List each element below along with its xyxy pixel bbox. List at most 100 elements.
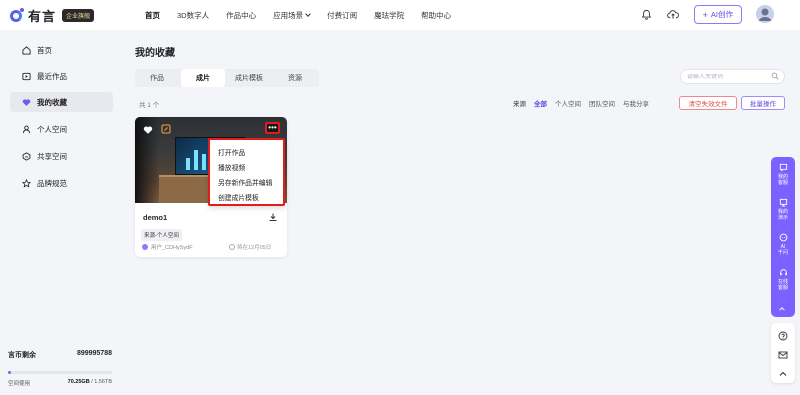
sidebar-item-label: 个人空间	[37, 124, 67, 134]
service-icon	[779, 163, 787, 172]
share-space-icon	[22, 151, 31, 161]
ai-create-label: AI创作	[710, 10, 733, 19]
plus-icon: +	[702, 9, 708, 20]
sidebar-item-brand[interactable]: 品牌规范	[10, 173, 113, 193]
result-count: 共 1 个	[139, 102, 160, 109]
sidebar-item-shared-space[interactable]: 共享空间	[10, 146, 113, 166]
tab-bar: 作品 成片 成片模板 资源	[135, 69, 319, 87]
sidebar-item-recent[interactable]: 最近作品	[10, 66, 113, 86]
card-owner: 用户_CDHySydF	[142, 243, 193, 251]
sidebar-item-label: 最近作品	[37, 71, 67, 81]
menu-item-play-video[interactable]: 播放视频	[210, 159, 283, 174]
edit-icon[interactable]	[161, 124, 171, 134]
present-icon	[779, 198, 787, 207]
owner-avatar	[142, 244, 148, 250]
back-to-top-icon[interactable]	[778, 369, 788, 379]
sidebar-item-personal-space[interactable]: 个人空间	[10, 119, 113, 139]
sidebar: 首页 最近作品 我的收藏 个人空间 共享空间 品牌规范 言币剩余 8999957…	[0, 30, 124, 395]
tab-finished-videos[interactable]: 成片	[181, 69, 225, 87]
float-label: 客服	[777, 180, 788, 186]
credits-panel: 言币剩余 899995788 空间使用 70.25GB / 1.56TB	[8, 350, 112, 387]
expire-text: 将在12月05日	[237, 245, 272, 251]
favorite-heart-icon[interactable]	[143, 125, 153, 135]
card-title: demo1	[143, 213, 168, 222]
chevron-down-icon	[305, 11, 311, 17]
clock-icon	[229, 244, 235, 250]
help-toolbar	[771, 323, 795, 383]
bell-icon[interactable]	[640, 8, 654, 22]
float-item-service[interactable]: 我的 客服	[771, 163, 795, 186]
logo-icon	[10, 7, 26, 23]
brand-name: 有言	[28, 8, 57, 24]
nav-item-3d-avatar[interactable]: 3D数字人	[177, 10, 209, 21]
ai-chat-icon	[779, 233, 787, 242]
storage-progress-fill	[8, 371, 12, 374]
headset-icon	[779, 269, 787, 276]
cloud-upload-icon[interactable]	[666, 8, 680, 22]
filter-option-personal[interactable]: 个人空间	[555, 98, 581, 108]
nav-item-subscription[interactable]: 付费订阅	[327, 10, 357, 21]
float-label: 演示	[777, 215, 788, 221]
tab-video-templates[interactable]: 成片模板	[227, 69, 271, 87]
ai-create-button[interactable]: + AI创作	[693, 5, 742, 24]
filter-option-all[interactable]: 全部	[534, 98, 547, 108]
sidebar-item-favorites[interactable]: 我的收藏	[10, 92, 113, 112]
sidebar-item-home[interactable]: 首页	[10, 40, 113, 60]
chevron-up-icon[interactable]	[778, 305, 786, 313]
tab-works[interactable]: 作品	[135, 69, 179, 87]
enterprise-badge: 企业旗舰	[62, 8, 95, 22]
mail-icon[interactable]	[778, 350, 788, 360]
menu-item-create-template[interactable]: 创建成片模板	[210, 189, 283, 204]
float-item-online-service[interactable]: 在线 客服	[771, 268, 795, 291]
search-box	[680, 69, 785, 84]
nav-item-works[interactable]: 作品中心	[226, 10, 256, 21]
nav-item-help[interactable]: 帮助中心	[421, 10, 451, 21]
download-icon[interactable]	[268, 212, 278, 222]
storage-label: 空间使用	[8, 381, 31, 387]
user-avatar[interactable]	[756, 5, 774, 23]
clear-invalid-button[interactable]: 清空失效文件	[679, 96, 737, 110]
brand-icon	[22, 178, 31, 188]
sidebar-item-label: 我的收藏	[37, 97, 67, 107]
filter-option-team[interactable]: 团队空间	[589, 98, 615, 108]
heart-icon	[22, 98, 31, 107]
nav-item-academy[interactable]: 魔珐学院	[374, 10, 404, 21]
float-label: 千问	[777, 250, 788, 256]
storage-used: 70.25GB	[67, 379, 90, 385]
play-square-icon	[22, 72, 31, 81]
page-title: 我的收藏	[135, 48, 175, 59]
float-item-ai-chat[interactable]: AI 千问	[771, 233, 795, 256]
source-tag: 来源-个人空间	[141, 229, 182, 241]
main-nav: 首页 3D数字人 作品中心 应用场景 付费订阅 魔珐学院 帮助中心	[145, 10, 468, 21]
sidebar-item-label: 首页	[37, 45, 52, 55]
user-icon	[22, 125, 31, 134]
menu-item-open-work[interactable]: 打开作品	[210, 144, 283, 159]
help-icon[interactable]	[778, 331, 788, 341]
source-filter: 来源 全部 个人空间 团队空间 与我分享	[513, 98, 657, 108]
brand-logo[interactable]: 有言 企业旗舰	[10, 6, 126, 25]
tab-resources[interactable]: 资源	[273, 69, 317, 87]
storage-progress-bar	[8, 371, 112, 374]
float-label: 客服	[777, 285, 788, 291]
search-input[interactable]	[687, 73, 771, 80]
credits-label: 言币剩余	[8, 352, 36, 359]
more-options-button[interactable]: •••	[265, 122, 280, 134]
nav-item-scenarios[interactable]: 应用场景	[273, 10, 311, 21]
nav-item-home[interactable]: 首页	[145, 10, 160, 21]
menu-item-save-as-edit[interactable]: 另存新作品并编辑	[210, 174, 283, 189]
top-navbar: 有言 企业旗舰 首页 3D数字人 作品中心 应用场景 付费订阅 魔珐学院 帮助中…	[0, 0, 800, 30]
home-icon	[22, 45, 31, 55]
floating-toolbar: 我的 客服 我的 演示 AI 千问 在线 客服	[771, 157, 795, 317]
owner-name: 用户_CDHySydF	[151, 245, 193, 251]
nav-scenarios-label: 应用场景	[273, 10, 304, 20]
filter-option-shared[interactable]: 与我分享	[623, 98, 649, 108]
card-context-menu: 打开作品 播放视频 另存新作品并编辑 创建成片模板	[208, 138, 285, 206]
sidebar-item-label: 品牌规范	[37, 178, 67, 188]
top-actions: + AI创作	[640, 5, 742, 24]
float-item-presentation[interactable]: 我的 演示	[771, 198, 795, 221]
batch-operation-button[interactable]: 批量操作	[741, 96, 785, 110]
filter-label: 来源	[513, 101, 526, 108]
search-icon[interactable]	[771, 72, 779, 82]
credits-value: 899995788	[76, 350, 112, 357]
storage-total: / 1.56TB	[91, 379, 112, 385]
